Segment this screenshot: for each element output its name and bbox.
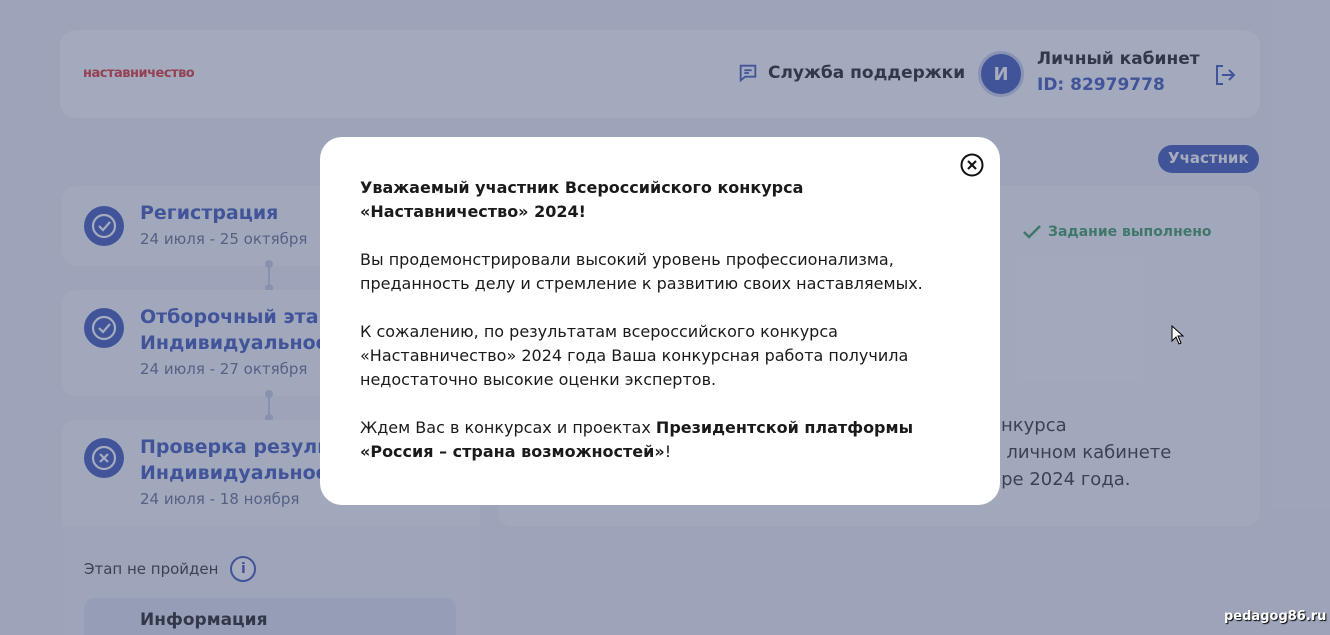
mouse-cursor-icon	[1171, 325, 1185, 345]
modal-paragraph: Ждем Вас в конкурсах и проектах Президен…	[360, 416, 960, 464]
modal-paragraph-text: !	[664, 442, 672, 461]
modal-paragraph-text: Ждем Вас в конкурсах и проектах	[360, 418, 656, 437]
modal-body: Уважаемый участник Всероссийского конкур…	[360, 176, 960, 488]
close-icon[interactable]	[960, 153, 984, 177]
modal-heading: Уважаемый участник Всероссийского конкур…	[360, 178, 804, 221]
modal-paragraph: К сожалению, по результатам всероссийско…	[360, 322, 909, 389]
watermark: pedagog86.ru	[1224, 609, 1327, 624]
modal-paragraph: Вы продемонстрировали высокий уровень пр…	[360, 250, 923, 293]
result-modal: Уважаемый участник Всероссийского конкур…	[320, 137, 1000, 505]
